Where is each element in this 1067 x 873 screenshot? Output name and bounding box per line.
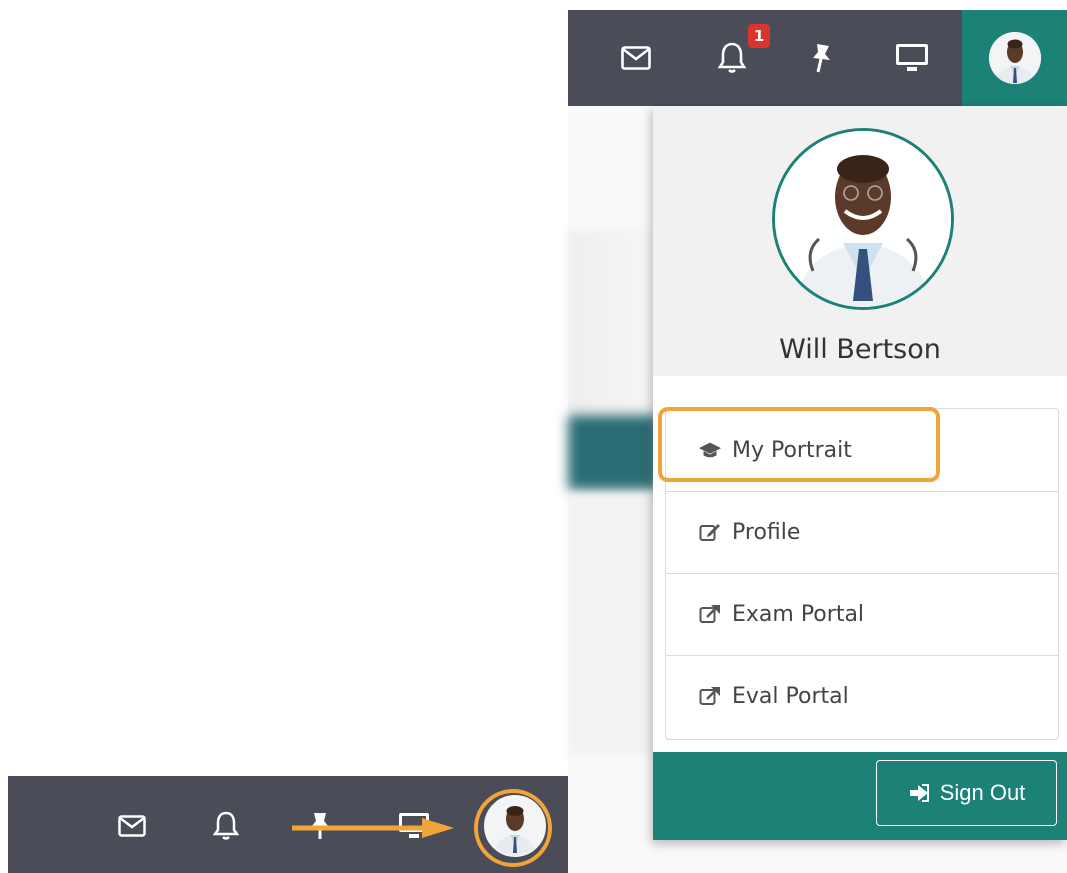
- menu-item-profile[interactable]: Profile: [666, 491, 1058, 574]
- user-header: Will Bertson: [653, 106, 1067, 376]
- mail-icon[interactable]: [614, 36, 658, 80]
- user-menu-toggle[interactable]: [962, 10, 1067, 106]
- external-link-icon: [698, 685, 722, 707]
- background-blur-block: [568, 415, 658, 490]
- user-dropdown: Will Bertson My Portrait Profile Exam Po…: [653, 106, 1067, 840]
- navbar: 1: [568, 10, 1067, 106]
- menu-item-label: Profile: [732, 519, 801, 545]
- dropdown-footer: Sign Out: [653, 752, 1067, 840]
- monitor-icon[interactable]: [890, 36, 934, 80]
- pointer-arrow-icon: [292, 818, 454, 838]
- menu-item-label: Eval Portal: [732, 683, 849, 709]
- sign-out-label: Sign Out: [939, 780, 1026, 805]
- external-link-icon: [698, 603, 722, 625]
- bell-icon[interactable]: [206, 806, 246, 846]
- my-portrait-highlight: [658, 407, 940, 482]
- user-name: Will Bertson: [779, 334, 941, 365]
- mail-icon[interactable]: [112, 806, 152, 846]
- sign-out-icon: [908, 783, 932, 803]
- sign-out-button[interactable]: Sign Out: [876, 760, 1057, 826]
- pin-icon[interactable]: [800, 36, 844, 80]
- avatar-highlight-ring: [474, 789, 552, 867]
- background-blur-block: [568, 230, 658, 410]
- edit-icon: [698, 521, 722, 543]
- menu-item-exam-portal[interactable]: Exam Portal: [666, 573, 1058, 656]
- user-avatar-large: [772, 128, 954, 310]
- menu-item-eval-portal[interactable]: Eval Portal: [666, 655, 1058, 737]
- notification-badge: 1: [748, 24, 770, 48]
- avatar: [989, 32, 1041, 84]
- menu-item-label: Exam Portal: [732, 601, 865, 627]
- background-blur-block: [568, 495, 658, 755]
